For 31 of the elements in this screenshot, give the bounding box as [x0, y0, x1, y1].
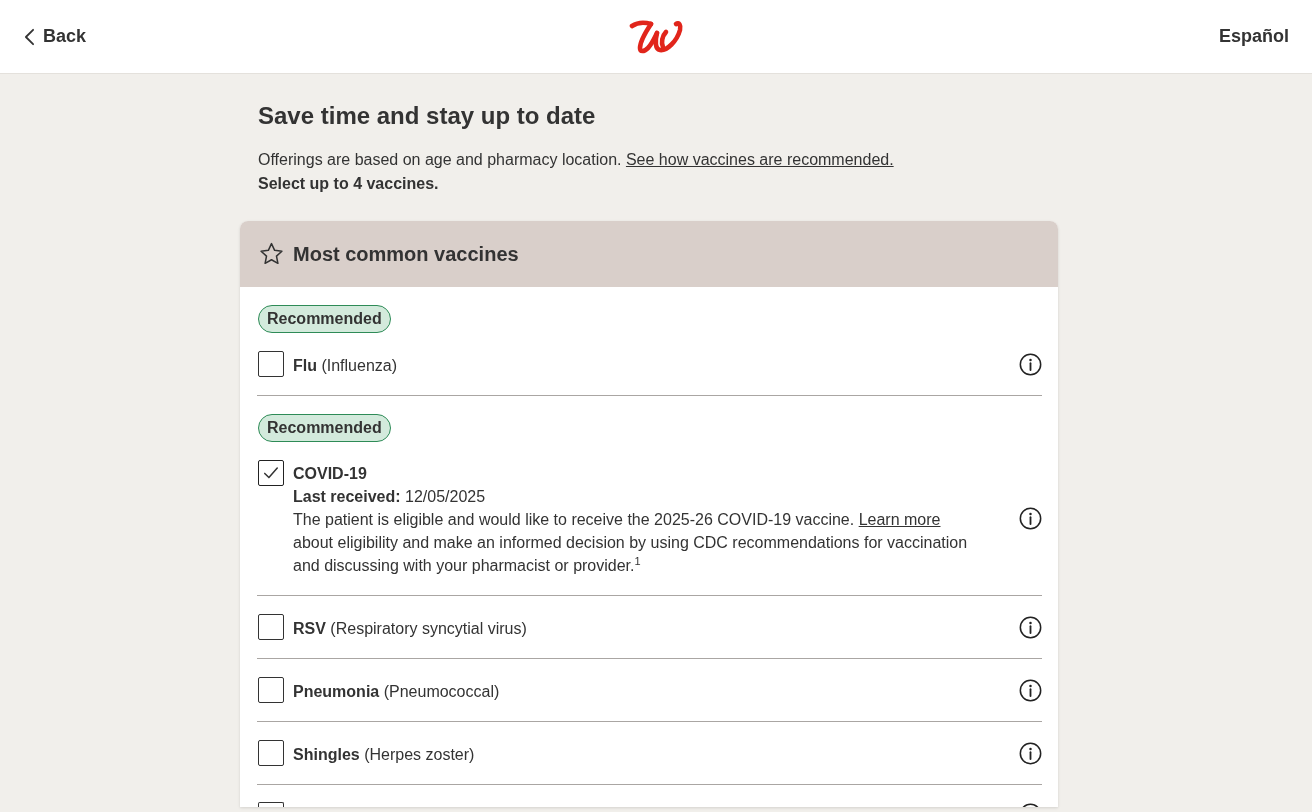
- vaccine-name: Flu (Influenza): [293, 355, 399, 376]
- star-icon: [258, 241, 285, 267]
- checkbox[interactable]: [258, 460, 284, 486]
- checkbox[interactable]: [258, 802, 284, 807]
- checkbox[interactable]: [258, 677, 284, 703]
- last-received-text: Last received: 12/05/2025: [293, 487, 487, 507]
- checkbox[interactable]: [258, 351, 284, 377]
- section-title: Most common vaccines: [293, 242, 519, 266]
- checkbox[interactable]: [258, 740, 284, 766]
- info-icon[interactable]: [1019, 741, 1042, 765]
- vaccine-name: Pneumonia (Pneumococcal): [293, 681, 501, 702]
- selection-limit-text: Select up to 4 vaccines.: [258, 174, 440, 194]
- back-button[interactable]: Back: [24, 26, 87, 47]
- info-icon[interactable]: [1019, 352, 1042, 376]
- status-badge: Recommended: [258, 414, 391, 442]
- info-icon[interactable]: [1019, 507, 1042, 530]
- recommendation-link[interactable]: See how vaccines are recommended.: [625, 151, 894, 168]
- logo: [628, 19, 685, 54]
- chevron-left-icon: [24, 27, 35, 46]
- vaccine-name: Shingles (Herpes zoster): [293, 744, 476, 765]
- info-icon[interactable]: [1019, 678, 1042, 702]
- vaccine-name: COVID-19: [293, 464, 368, 484]
- vaccine-description: The patient is eligible and would like to receive the 2025-26 COVID-19 vaccine. Learn more about eligibility and make an informed decision by using CDC recommendations for vaccination and discussing with your pharmacist or provider.$^{1}$: [293, 510, 969, 576]
- status-badge: Recommended: [258, 305, 391, 333]
- learn-more-link[interactable]: Learn more: [858, 511, 941, 528]
- vaccine-name: RSV (Respiratory syncytial virus): [293, 618, 528, 639]
- page-title: Save time and stay up to date: [258, 101, 597, 131]
- checkbox[interactable]: [258, 614, 284, 640]
- language-link[interactable]: Español: [1219, 26, 1289, 47]
- info-icon[interactable]: [1019, 615, 1042, 639]
- intro-text: Offerings are based on age and pharmacy location. See how vaccines are recommended.: [258, 150, 895, 170]
